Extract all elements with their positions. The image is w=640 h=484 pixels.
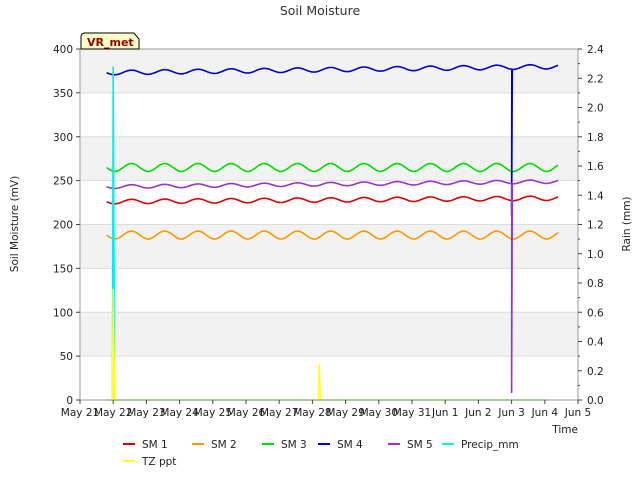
legend-label: SM 2 [211, 439, 237, 451]
x-tick-label: Jun 3 [497, 407, 524, 419]
background-band [80, 312, 578, 357]
y-left-tick-label: 300 [53, 132, 73, 144]
background-band [80, 49, 578, 93]
chart: 0 50 100 150 200 250 300 350 400 0.0 0.2 0.4 0.6 0.8… [0, 0, 640, 480]
x-axis-ticks: May 21May 22May 23May 24May 25May 26May … [61, 400, 591, 419]
legend-label: SM 1 [142, 439, 168, 451]
y-right-tick-label: 1.0 [587, 249, 604, 261]
y-right-tick-label: 1.8 [587, 132, 604, 144]
y-right-tick-label: 0.4 [587, 337, 604, 349]
x-tick-label: Jun 4 [531, 407, 559, 419]
left-axis-ticks: 0 50 100 150 200 250 300 350 400 [53, 44, 80, 407]
y-right-tick-label: 2.2 [587, 73, 604, 85]
y-right-tick-label: 2.0 [587, 103, 604, 115]
legend-label: Precip_mm [461, 439, 519, 451]
site-badge-label: VR_met [87, 36, 134, 49]
site-badge: VR_met [80, 32, 140, 50]
y-right-tick-label: 1.6 [587, 161, 604, 173]
y-axis-left-label: Soil Moisture (mV) [9, 176, 21, 272]
y-right-tick-label: 0.6 [587, 307, 604, 319]
legend: SM 1 SM 2 SM 3 SM 4 SM 5 Precip_mm TZ ppt [123, 439, 519, 468]
y-right-tick-label: 1.4 [587, 190, 604, 202]
chart-svg: 0 50 100 150 200 250 300 350 400 0.0 0.2 0.4 0.6 0.8… [9, 3, 633, 468]
y-left-tick-label: 150 [53, 263, 73, 275]
x-tick-label: Jun 1 [431, 407, 458, 419]
y-axis-right-label: Rain (mm) [621, 196, 633, 251]
chart-title: Soil Moisture [280, 3, 361, 18]
y-right-tick-label: 0.2 [587, 366, 604, 378]
y-left-tick-label: 350 [53, 88, 73, 100]
background-band [80, 136, 578, 181]
y-left-tick-label: 50 [60, 351, 73, 363]
y-left-tick-label: 250 [53, 176, 73, 188]
right-axis-ticks: 0.0 0.2 0.4 0.6 0.8 1.0 1.2 1.4 1.6 1.8 2.0 2.2 2.4 [578, 44, 604, 407]
y-right-tick-label: 1.2 [587, 220, 604, 232]
y-right-tick-label: 2.4 [587, 44, 604, 56]
y-right-tick-label: 0.8 [587, 278, 604, 290]
x-axis-label: Time [551, 424, 578, 436]
y-left-tick-label: 400 [53, 44, 73, 56]
x-tick-label: May 31 [393, 407, 431, 419]
y-left-tick-label: 200 [53, 220, 73, 232]
x-tick-label: Jun 2 [464, 407, 491, 419]
y-right-tick-label: 0.0 [587, 395, 604, 407]
legend-label: SM 4 [337, 439, 363, 451]
series-line-sm-1 [106, 195, 559, 207]
legend-label: TZ ppt [141, 456, 176, 468]
legend-label: SM 5 [407, 439, 433, 451]
legend-label: SM 3 [281, 439, 307, 451]
x-tick-label: Jun 5 [564, 407, 591, 419]
series-line-sm-5 [106, 179, 559, 394]
y-left-tick-label: 100 [53, 307, 73, 319]
y-left-tick-label: 0 [66, 395, 73, 407]
